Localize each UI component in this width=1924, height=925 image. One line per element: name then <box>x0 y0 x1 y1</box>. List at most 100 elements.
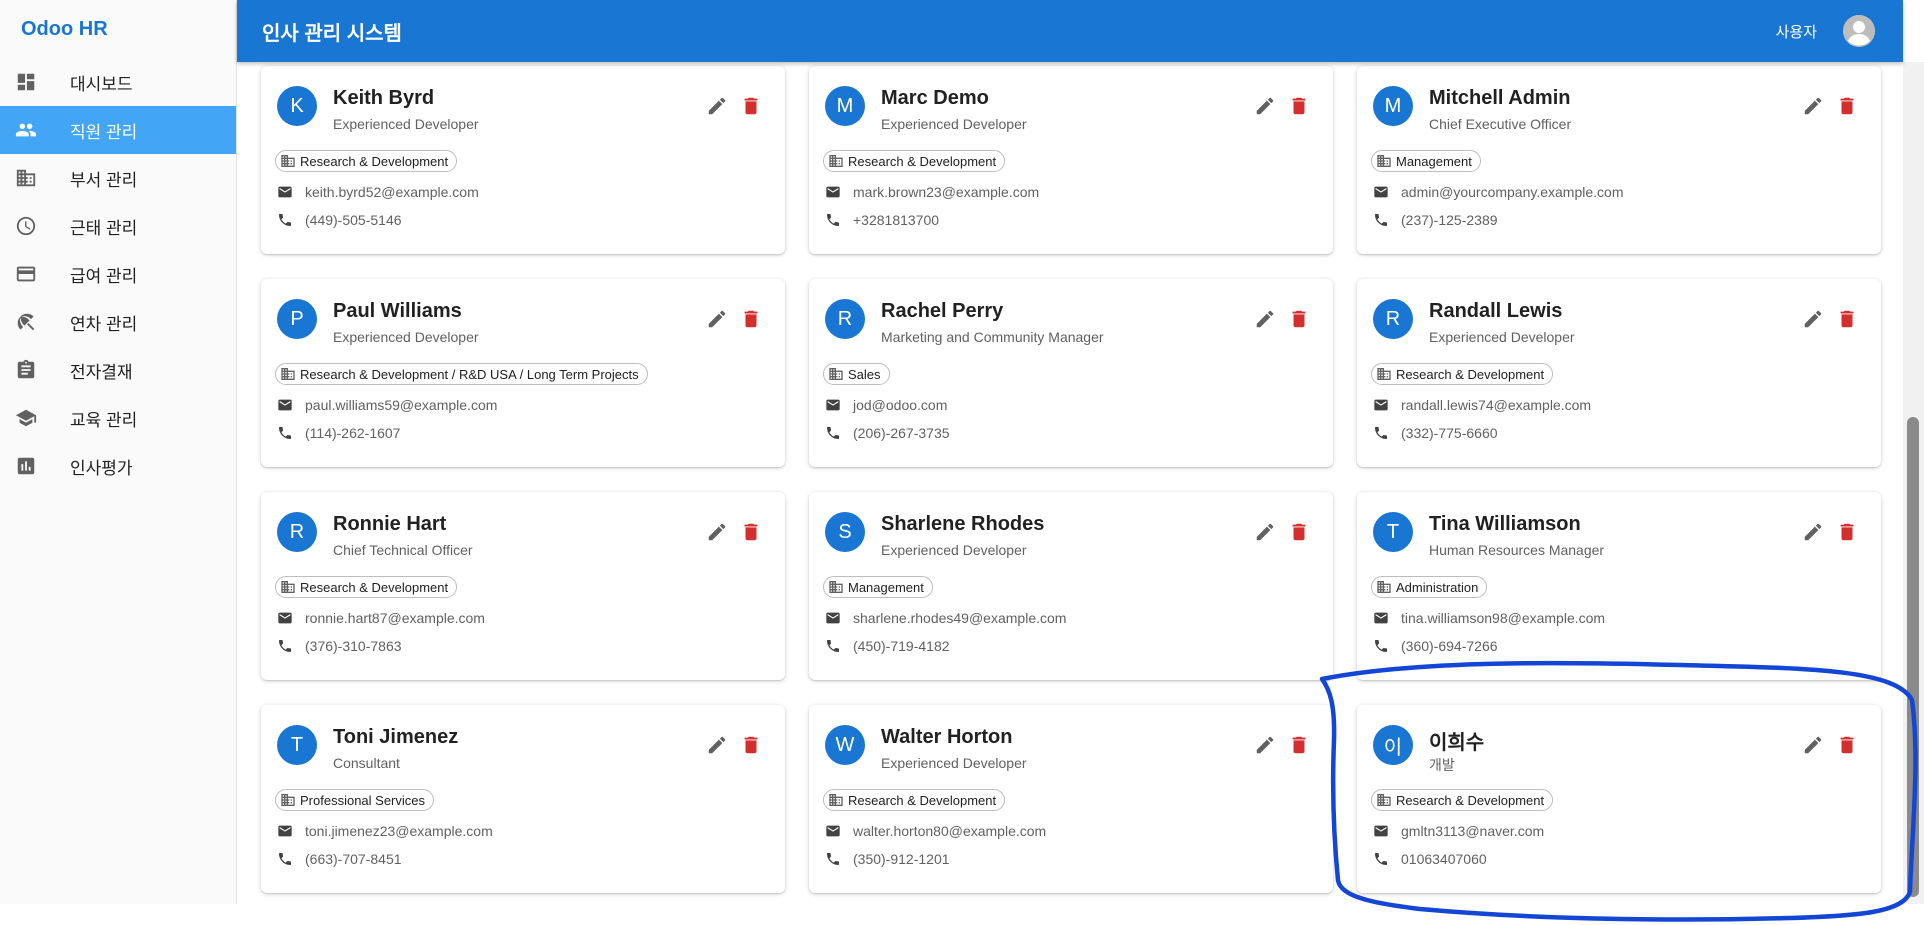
employee-card[interactable]: T Toni Jimenez Consultant Professional Serv… <box>261 705 785 893</box>
trash-icon <box>740 734 762 756</box>
employee-card[interactable]: R Rachel Perry Marketing and Community Man… <box>809 279 1333 467</box>
sidebar-item-employees[interactable]: 직원 관리 <box>0 106 236 154</box>
trash-icon <box>1836 308 1858 330</box>
employee-job-title: Experienced Developer <box>333 329 479 345</box>
scrollbar-thumb[interactable] <box>1907 417 1919 897</box>
email-icon <box>277 397 305 413</box>
edit-button[interactable] <box>1253 520 1277 544</box>
employee-card[interactable]: M Mitchell Admin Chief Executive Officer Ma… <box>1357 66 1881 254</box>
employee-name: Paul Williams <box>333 300 462 322</box>
employee-card[interactable]: S Sharlene Rhodes Experienced Developer Man… <box>809 492 1333 680</box>
delete-button[interactable] <box>1287 307 1311 331</box>
email-text: mark.brown23@example.com <box>853 184 1040 200</box>
department-label: Research & Development <box>848 792 997 808</box>
pencil-icon <box>1254 734 1276 756</box>
employee-card[interactable]: P Paul Williams Experienced Developer Resea… <box>261 279 785 467</box>
department-chip: Sales <box>823 363 890 385</box>
sidebar-item-departments[interactable]: 부서 관리 <box>0 154 236 202</box>
sidebar-item-attendance[interactable]: 근태 관리 <box>0 202 236 250</box>
phone-text: (449)-505-5146 <box>305 212 402 228</box>
employee-card[interactable]: R Ronnie Hart Chief Technical Officer Resea… <box>261 492 785 680</box>
employee-card[interactable]: 이 이희수 개발 Research & Development gmltn3113@na… <box>1357 705 1881 893</box>
delete-button[interactable] <box>739 94 763 118</box>
pencil-icon <box>706 95 728 117</box>
edit-button[interactable] <box>705 520 729 544</box>
email-text: ronnie.hart87@example.com <box>305 610 485 626</box>
employee-card[interactable]: R Randall Lewis Experienced Developer Resea… <box>1357 279 1881 467</box>
employee-email: mark.brown23@example.com <box>825 182 1039 202</box>
phone-text: (114)-262-1607 <box>305 425 401 441</box>
sidebar-item-payroll[interactable]: 급여 관리 <box>0 250 236 298</box>
employee-card[interactable]: M Marc Demo Experienced Developer Research … <box>809 66 1333 254</box>
trash-icon <box>1288 95 1310 117</box>
email-icon <box>277 610 305 626</box>
edit-button[interactable] <box>1801 307 1825 331</box>
employee-name: Mitchell Admin <box>1429 87 1571 109</box>
sidebar-item-evaluation[interactable]: 인사평가 <box>0 442 236 490</box>
edit-button[interactable] <box>705 733 729 757</box>
department-chip: Research & Development <box>275 150 458 172</box>
user-menu[interactable]: 사용자 <box>1776 15 1875 47</box>
edit-button[interactable] <box>1253 94 1277 118</box>
delete-button[interactable] <box>1287 733 1311 757</box>
delete-button[interactable] <box>739 520 763 544</box>
edit-button[interactable] <box>1253 307 1277 331</box>
sidebar-item-leave[interactable]: 연차 관리 <box>0 298 236 346</box>
employee-email: admin@yourcompany.example.com <box>1373 182 1624 202</box>
delete-button[interactable] <box>1835 307 1859 331</box>
phone-icon <box>825 851 853 867</box>
employee-email: tina.williamson98@example.com <box>1373 608 1605 628</box>
avatar: M <box>1373 86 1413 126</box>
domain-icon <box>828 366 848 382</box>
employee-phone: (450)-719-4182 <box>825 636 950 656</box>
delete-button[interactable] <box>1835 733 1859 757</box>
employee-phone: (449)-505-5146 <box>277 210 402 230</box>
employee-email: paul.williams59@example.com <box>277 395 497 415</box>
edit-button[interactable] <box>705 94 729 118</box>
employee-phone: 01063407060 <box>1373 849 1487 869</box>
avatar: R <box>825 299 865 339</box>
employee-phone: (237)-125-2389 <box>1373 210 1498 230</box>
email-icon <box>1373 397 1401 413</box>
edit-button[interactable] <box>1801 733 1825 757</box>
phone-text: (450)-719-4182 <box>853 638 950 654</box>
user-name: 사용자 <box>1775 23 1817 41</box>
sidebar-item-dashboard[interactable]: 대시보드 <box>0 58 236 106</box>
sidebar-item-training[interactable]: 교육 관리 <box>0 394 236 442</box>
employee-name: Ronnie Hart <box>333 513 447 535</box>
domain-icon <box>1376 792 1396 808</box>
department-chip: Research & Development <box>275 576 458 598</box>
employee-card[interactable]: K Keith Byrd Experienced Developer Research… <box>261 66 785 254</box>
sidebar-item-approval[interactable]: 전자결재 <box>0 346 236 394</box>
avatar[interactable] <box>1843 15 1875 47</box>
phone-text: (332)-775-6660 <box>1401 425 1498 441</box>
brand-logo[interactable]: Odoo HR <box>0 0 236 58</box>
phone-text: 01063407060 <box>1401 851 1487 867</box>
beach-umbrella-icon <box>14 310 38 334</box>
delete-button[interactable] <box>1287 520 1311 544</box>
edit-button[interactable] <box>1801 94 1825 118</box>
delete-button[interactable] <box>1287 94 1311 118</box>
delete-button[interactable] <box>1835 520 1859 544</box>
email-text: jod@odoo.com <box>853 397 948 413</box>
pencil-icon <box>1254 95 1276 117</box>
scrollbar[interactable] <box>1903 62 1924 904</box>
delete-button[interactable] <box>1835 94 1859 118</box>
edit-button[interactable] <box>1253 733 1277 757</box>
trash-icon <box>1836 95 1858 117</box>
employee-phone: (360)-694-7266 <box>1373 636 1498 656</box>
pencil-icon <box>706 521 728 543</box>
avatar: R <box>277 512 317 552</box>
phone-icon <box>1373 638 1401 654</box>
email-text: toni.jimenez23@example.com <box>305 823 493 839</box>
domain-icon <box>14 166 38 190</box>
avatar: P <box>277 299 317 339</box>
delete-button[interactable] <box>739 733 763 757</box>
employee-card[interactable]: T Tina Williamson Human Resources Manager A… <box>1357 492 1881 680</box>
edit-button[interactable] <box>705 307 729 331</box>
edit-button[interactable] <box>1801 520 1825 544</box>
sidebar-item-label: 직원 관리 <box>70 122 138 142</box>
email-text: randall.lewis74@example.com <box>1401 397 1592 413</box>
employee-card[interactable]: W Walter Horton Experienced Developer Resea… <box>809 705 1333 893</box>
delete-button[interactable] <box>739 307 763 331</box>
